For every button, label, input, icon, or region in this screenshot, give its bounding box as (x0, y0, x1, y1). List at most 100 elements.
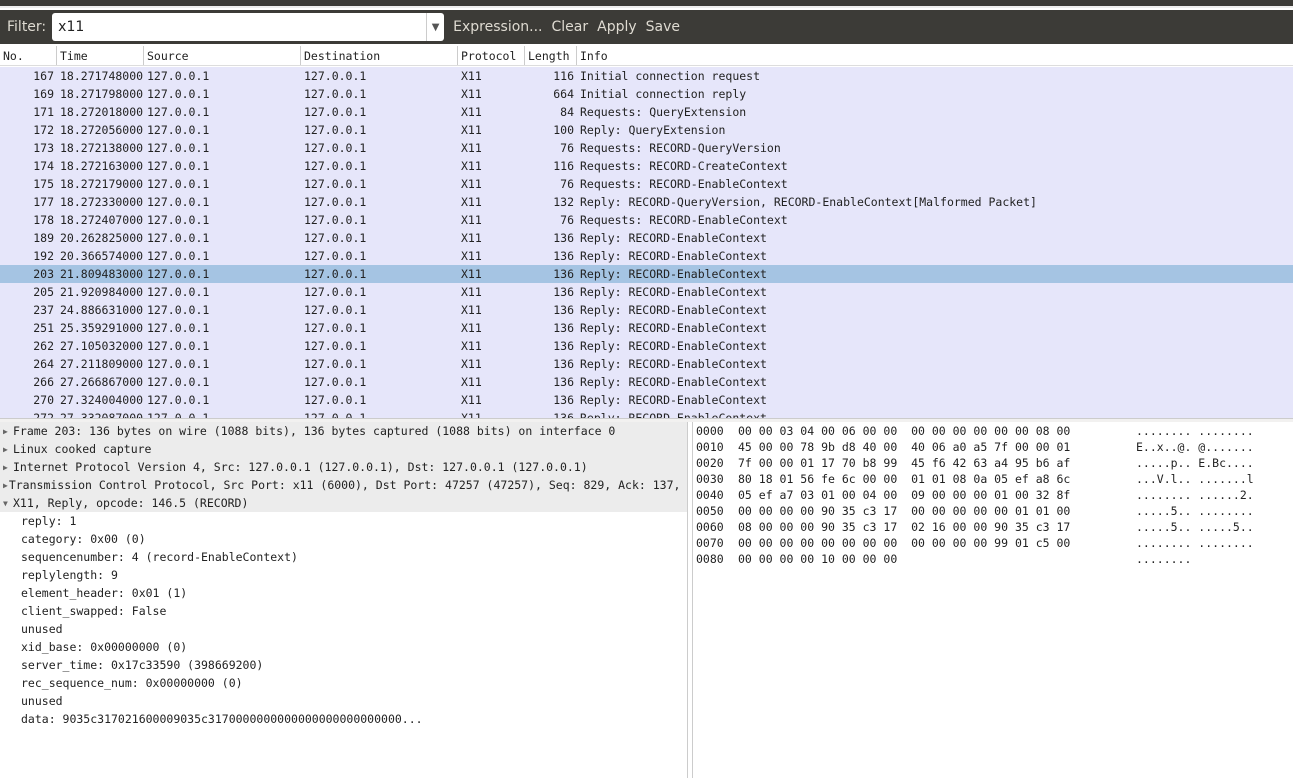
hex-offset[interactable]: 0030 (696, 472, 738, 488)
save-button[interactable]: Save (646, 19, 680, 35)
hex-bytes[interactable]: 00 00 00 00 00 00 00 00 00 00 00 00 99 0… (738, 536, 1136, 552)
detail-item[interactable]: unused (0, 620, 687, 638)
packet-row[interactable]: 178 18.272407000 127.0.0.1 127.0.0.1 X11 76 Re… (0, 211, 1293, 229)
packet-cell: 272 (33, 411, 54, 418)
detail-item[interactable]: data: 9035c317021600009035c3170000000000… (0, 710, 687, 728)
column-info[interactable]: Info (577, 46, 1293, 65)
packet-row[interactable]: 266 27.266867000 127.0.0.1 127.0.0.1 X11 136 R… (0, 373, 1293, 391)
hex-bytes[interactable]: 00 00 03 04 00 06 00 00 00 00 00 00 00 0… (738, 424, 1136, 440)
detail-item[interactable]: reply: 1 (0, 512, 687, 530)
expanded-triangle-icon[interactable]: ▼ (3, 499, 12, 508)
detail-item[interactable]: ▶ Transmission Control Protocol, Src Port… (0, 476, 687, 494)
apply-button[interactable]: Apply (597, 19, 637, 35)
detail-item[interactable]: element_header: 0x01 (1) (0, 584, 687, 602)
packet-row[interactable]: 270 27.324004000 127.0.0.1 127.0.0.1 X11 136 R… (0, 391, 1293, 409)
packet-row[interactable]: 251 25.359291000 127.0.0.1 127.0.0.1 X11 136 R… (0, 319, 1293, 337)
filter-input[interactable] (52, 13, 427, 41)
column-no[interactable]: No. (0, 46, 57, 65)
packet-row[interactable]: 203 21.809483000 127.0.0.1 127.0.0.1 X11 136 R… (0, 265, 1293, 283)
packet-row[interactable]: 192 20.366574000 127.0.0.1 127.0.0.1 X11 136 R… (0, 247, 1293, 265)
detail-item[interactable]: ▼ X11, Reply, opcode: 146.5 (RECORD) (0, 494, 687, 512)
detail-item[interactable]: client_swapped: False (0, 602, 687, 620)
packet-cell: Requests: RECORD-CreateContext (580, 159, 788, 173)
packet-row[interactable]: 175 18.272179000 127.0.0.1 127.0.0.1 X11 76 Re… (0, 175, 1293, 193)
packet-row[interactable]: 262 27.105032000 127.0.0.1 127.0.0.1 X11 136 R… (0, 337, 1293, 355)
hex-ascii[interactable]: .....5.. ........ (1136, 504, 1254, 520)
packet-row[interactable]: 167 18.271748000 127.0.0.1 127.0.0.1 X11 116 I… (0, 67, 1293, 85)
hex-bytes[interactable]: 7f 00 00 01 17 70 b8 99 45 f6 42 63 a4 9… (738, 456, 1136, 472)
hex-ascii[interactable]: ........ ........ (1136, 536, 1254, 552)
hex-bytes[interactable]: 80 18 01 56 fe 6c 00 00 01 01 08 0a 05 e… (738, 472, 1136, 488)
packet-cell: 21.920984000 (60, 285, 144, 299)
packet-cell: 127.0.0.1 (304, 69, 367, 83)
collapsed-triangle-icon[interactable]: ▶ (3, 427, 12, 436)
hex-bytes[interactable]: 05 ef a7 03 01 00 04 00 09 00 00 00 01 0… (738, 488, 1136, 504)
packet-cell: 127.0.0.1 (147, 339, 210, 353)
packet-row[interactable]: 189 20.262825000 127.0.0.1 127.0.0.1 X11 136 R… (0, 229, 1293, 247)
expression-button[interactable]: Expression... (453, 19, 542, 35)
packet-row[interactable]: 173 18.272138000 127.0.0.1 127.0.0.1 X11 76 Re… (0, 139, 1293, 157)
packet-row[interactable]: 237 24.886631000 127.0.0.1 127.0.0.1 X11 136 R… (0, 301, 1293, 319)
hex-bytes[interactable]: 08 00 00 00 90 35 c3 17 02 16 00 00 90 3… (738, 520, 1136, 536)
packet-cell: 76 (560, 177, 574, 191)
packet-row[interactable]: 172 18.272056000 127.0.0.1 127.0.0.1 X11 100 R… (0, 121, 1293, 139)
detail-item[interactable]: xid_base: 0x00000000 (0) (0, 638, 687, 656)
detail-item[interactable]: sequencenumber: 4 (record-EnableContext) (0, 548, 687, 566)
hex-row: 0070 00 00 00 00 00 00 00 00 00 00 00 00 … (696, 536, 1290, 552)
collapsed-triangle-icon[interactable]: ▶ (3, 463, 12, 472)
hex-offset[interactable]: 0050 (696, 504, 738, 520)
collapsed-triangle-icon[interactable]: ▶ (3, 481, 8, 490)
hex-offset[interactable]: 0010 (696, 440, 738, 456)
collapsed-triangle-icon[interactable]: ▶ (3, 445, 12, 454)
hex-row: 0050 00 00 00 00 90 35 c3 17 00 00 00 00 … (696, 504, 1290, 520)
clear-button[interactable]: Clear (552, 19, 589, 35)
column-time[interactable]: Time (57, 46, 144, 65)
packet-cell: 251 (33, 321, 54, 335)
hex-offset[interactable]: 0080 (696, 552, 738, 568)
hex-ascii[interactable]: E..x..@. @....... (1136, 440, 1254, 456)
detail-item[interactable]: ▶ Linux cooked capture (0, 440, 687, 458)
hex-ascii[interactable]: .....5.. .....5.. (1136, 520, 1254, 536)
packet-cell: 175 (33, 177, 54, 191)
hex-ascii[interactable]: ........ ......2. (1136, 488, 1254, 504)
packet-row[interactable]: 169 18.271798000 127.0.0.1 127.0.0.1 X11 664 I… (0, 85, 1293, 103)
column-source[interactable]: Source (144, 46, 301, 65)
chevron-down-icon[interactable]: ▼ (426, 13, 445, 41)
packet-cell: Requests: QueryExtension (580, 105, 747, 119)
detail-item[interactable]: ▶ Frame 203: 136 bytes on wire (1088 bits… (0, 422, 687, 440)
hex-ascii[interactable]: ........ (1136, 552, 1191, 568)
packet-cell: 127.0.0.1 (147, 411, 210, 418)
packet-cell: 136 (553, 411, 574, 418)
packet-row[interactable]: 174 18.272163000 127.0.0.1 127.0.0.1 X11 116 R… (0, 157, 1293, 175)
hex-offset[interactable]: 0060 (696, 520, 738, 536)
packet-row[interactable]: 177 18.272330000 127.0.0.1 127.0.0.1 X11 132 R… (0, 193, 1293, 211)
column-protocol[interactable]: Protocol (458, 46, 525, 65)
packet-row[interactable]: 171 18.272018000 127.0.0.1 127.0.0.1 X11 84 Re… (0, 103, 1293, 121)
packet-row[interactable]: 264 27.211809000 127.0.0.1 127.0.0.1 X11 136 R… (0, 355, 1293, 373)
hex-ascii[interactable]: ........ ........ (1136, 424, 1254, 440)
packet-cell: 127.0.0.1 (304, 195, 367, 209)
packet-cell: 127.0.0.1 (304, 177, 367, 191)
hex-offset[interactable]: 0040 (696, 488, 738, 504)
hex-bytes[interactable]: 00 00 00 00 90 35 c3 17 00 00 00 00 00 0… (738, 504, 1136, 520)
packet-row[interactable]: 205 21.920984000 127.0.0.1 127.0.0.1 X11 136 R… (0, 283, 1293, 301)
hex-row: 0010 45 00 00 78 9b d8 40 00 40 06 a0 a5 … (696, 440, 1290, 456)
hex-ascii[interactable]: ...V.l.. .......l (1136, 472, 1254, 488)
packet-cell: X11 (461, 393, 482, 407)
detail-item[interactable]: ▶ Internet Protocol Version 4, Src: 127.0… (0, 458, 687, 476)
detail-item[interactable]: replylength: 9 (0, 566, 687, 584)
hex-bytes[interactable]: 00 00 00 00 10 00 00 00 (738, 552, 1136, 568)
detail-item[interactable]: rec_sequence_num: 0x00000000 (0) (0, 674, 687, 692)
detail-item[interactable]: unused (0, 692, 687, 710)
column-length[interactable]: Length (525, 46, 577, 65)
column-destination[interactable]: Destination (301, 46, 458, 65)
hex-bytes[interactable]: 45 00 00 78 9b d8 40 00 40 06 a0 a5 7f 0… (738, 440, 1136, 456)
hex-row: 0000 00 00 03 04 00 06 00 00 00 00 00 00 … (696, 424, 1290, 440)
hex-ascii[interactable]: .....p.. E.Bc.... (1136, 456, 1254, 472)
packet-row[interactable]: 272 27.332087000 127.0.0.1 127.0.0.1 X11 136 R… (0, 409, 1293, 418)
detail-item[interactable]: category: 0x00 (0) (0, 530, 687, 548)
detail-item[interactable]: server_time: 0x17c33590 (398669200) (0, 656, 687, 674)
hex-offset[interactable]: 0020 (696, 456, 738, 472)
hex-offset[interactable]: 0000 (696, 424, 738, 440)
hex-offset[interactable]: 0070 (696, 536, 738, 552)
